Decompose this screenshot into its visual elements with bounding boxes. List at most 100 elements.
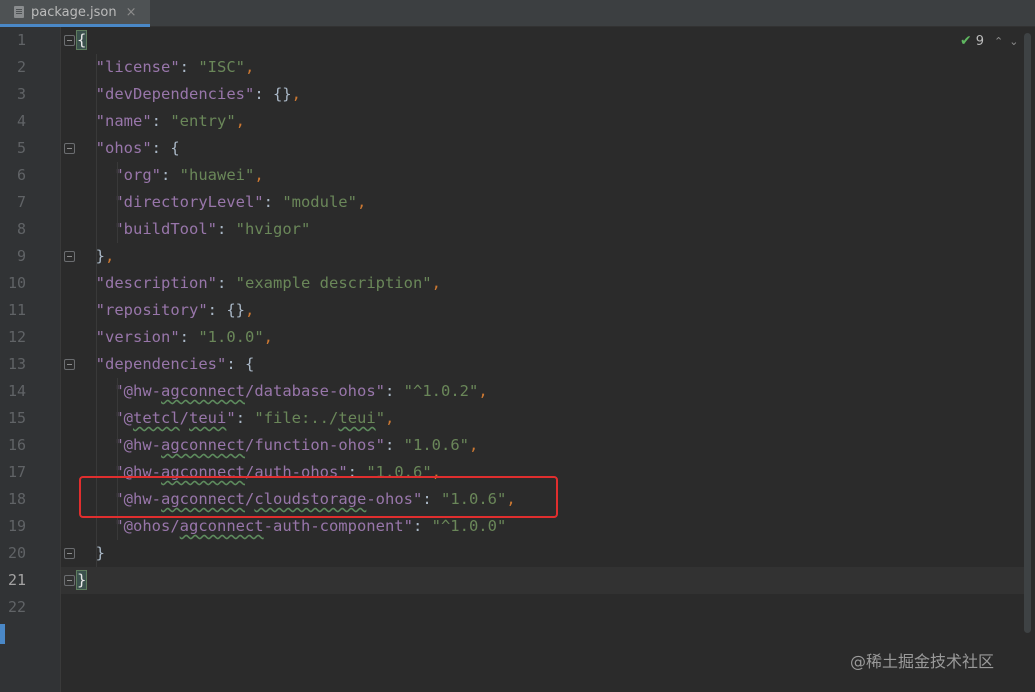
code-token: "1.0.0" <box>198 328 264 346</box>
code-line[interactable]: "buildTool": "hvigor" <box>77 216 310 243</box>
code-token: : { <box>151 139 180 157</box>
line-number: 13 <box>7 355 26 373</box>
code-line[interactable]: { <box>75 27 88 54</box>
json-file-icon <box>12 5 26 19</box>
code-token: , <box>356 193 367 211</box>
code-token: teui <box>189 409 227 427</box>
code-line[interactable]: } <box>77 540 105 567</box>
code-token: : <box>384 382 404 400</box>
code-token: "@ohos/ <box>114 517 180 535</box>
code-token: : <box>216 220 236 238</box>
code-token: : <box>217 274 236 292</box>
code-token: "license" <box>95 58 180 76</box>
chevron-up-icon[interactable]: ⌃ <box>994 35 1003 48</box>
code-line[interactable]: "directoryLevel": "module", <box>77 189 366 216</box>
indent-guide <box>117 162 118 243</box>
line-number: 18 <box>7 490 26 508</box>
code-line[interactable]: "org": "huawei", <box>77 162 264 189</box>
vertical-scrollbar[interactable] <box>1024 33 1031 633</box>
code-token: teui <box>338 409 376 427</box>
code-token: } <box>77 247 105 265</box>
code-token: tetcl <box>133 409 180 427</box>
line-number: 20 <box>7 544 26 562</box>
code-line[interactable]: "version": "1.0.0", <box>77 324 273 351</box>
code-token: : <box>263 193 283 211</box>
code-token: , <box>263 328 274 346</box>
line-number: 15 <box>7 409 26 427</box>
line-number: 8 <box>16 220 26 238</box>
code-line[interactable]: "@hw-agconnect/function-ohos": "1.0.6", <box>77 432 478 459</box>
code-token: "devDependencies" <box>95 85 255 103</box>
code-token: : <box>384 436 404 454</box>
code-line[interactable]: "description": "example description", <box>77 270 441 297</box>
check-icon: ✔ <box>960 33 972 49</box>
code-line[interactable]: "ohos": { <box>77 135 180 162</box>
code-line[interactable]: "@tetcl/teui": "file:../teui", <box>77 405 394 432</box>
code-token: : {} <box>254 85 292 103</box>
code-token: "@hw- <box>114 382 161 400</box>
code-token: , <box>385 409 395 427</box>
code-token: "directoryLevel" <box>114 193 264 211</box>
fold-toggle-icon[interactable] <box>64 35 75 46</box>
code-token: : <box>179 58 199 76</box>
code-token: : <box>412 517 432 535</box>
tool-window-strip[interactable] <box>0 624 5 644</box>
code-token: , <box>468 436 479 454</box>
code-token: "description" <box>95 274 217 292</box>
code-line[interactable]: "dependencies": { <box>77 351 255 378</box>
code-token: : {} <box>207 301 245 319</box>
code-token: , <box>254 166 264 184</box>
line-number: 2 <box>16 58 26 76</box>
close-tab-icon[interactable]: × <box>126 6 137 19</box>
chevron-down-icon[interactable]: ⌄ <box>1009 35 1018 48</box>
code-line[interactable]: "license": "ISC", <box>77 54 255 81</box>
code-token: : <box>179 328 199 346</box>
code-line[interactable]: "name": "entry", <box>77 108 245 135</box>
code-line[interactable]: "devDependencies": {}, <box>77 81 301 108</box>
code-line[interactable]: "repository": {}, <box>77 297 255 324</box>
code-token: "example description" <box>235 274 432 292</box>
code-token: "@hw- <box>114 436 161 454</box>
code-token: "entry" <box>170 112 236 130</box>
code-token: "^1.0.2" <box>403 382 479 400</box>
code-token: "buildTool" <box>114 220 217 238</box>
code-token: , <box>105 247 115 265</box>
code-token: : <box>151 112 171 130</box>
code-token: agconnect <box>161 436 245 454</box>
inspection-count: 9 <box>975 33 985 49</box>
line-number: 11 <box>7 301 26 319</box>
line-number: 14 <box>7 382 26 400</box>
code-token: "version" <box>95 328 180 346</box>
fold-toggle-icon[interactable] <box>64 143 75 154</box>
code-token: agconnect <box>179 517 264 535</box>
line-number: 21 <box>7 571 26 589</box>
code-line[interactable]: "@hw-agconnect/database-ohos": "^1.0.2", <box>77 378 488 405</box>
annotation-highlight-box <box>79 476 558 518</box>
code-token: { <box>75 30 88 50</box>
code-token: : <box>161 166 180 184</box>
code-token: "dependencies" <box>95 355 227 373</box>
line-number: 16 <box>7 436 26 454</box>
inspection-widget[interactable]: ✔ 9 ⌃ ⌄ <box>960 33 1024 49</box>
line-number: 3 <box>16 85 26 103</box>
code-token: , <box>291 85 301 103</box>
fold-toggle-icon[interactable] <box>64 251 75 262</box>
line-number: 4 <box>16 112 26 130</box>
line-number: 7 <box>16 193 26 211</box>
code-token: : { <box>226 355 255 373</box>
tab-label: package.json <box>31 4 117 20</box>
code-editor[interactable]: 1 {2 "license": "ISC", 3 "devDependencies"… <box>0 27 1035 692</box>
fold-toggle-icon[interactable] <box>64 575 75 586</box>
code-line[interactable]: } <box>75 567 88 594</box>
line-number: 9 <box>16 247 26 265</box>
editor-tab-bar: package.json × <box>0 0 1035 27</box>
fold-toggle-icon[interactable] <box>64 548 75 559</box>
code-token: , <box>478 382 488 400</box>
code-token: " <box>226 409 236 427</box>
fold-toggle-icon[interactable] <box>64 359 75 370</box>
tab-package-json[interactable]: package.json × <box>0 0 150 27</box>
